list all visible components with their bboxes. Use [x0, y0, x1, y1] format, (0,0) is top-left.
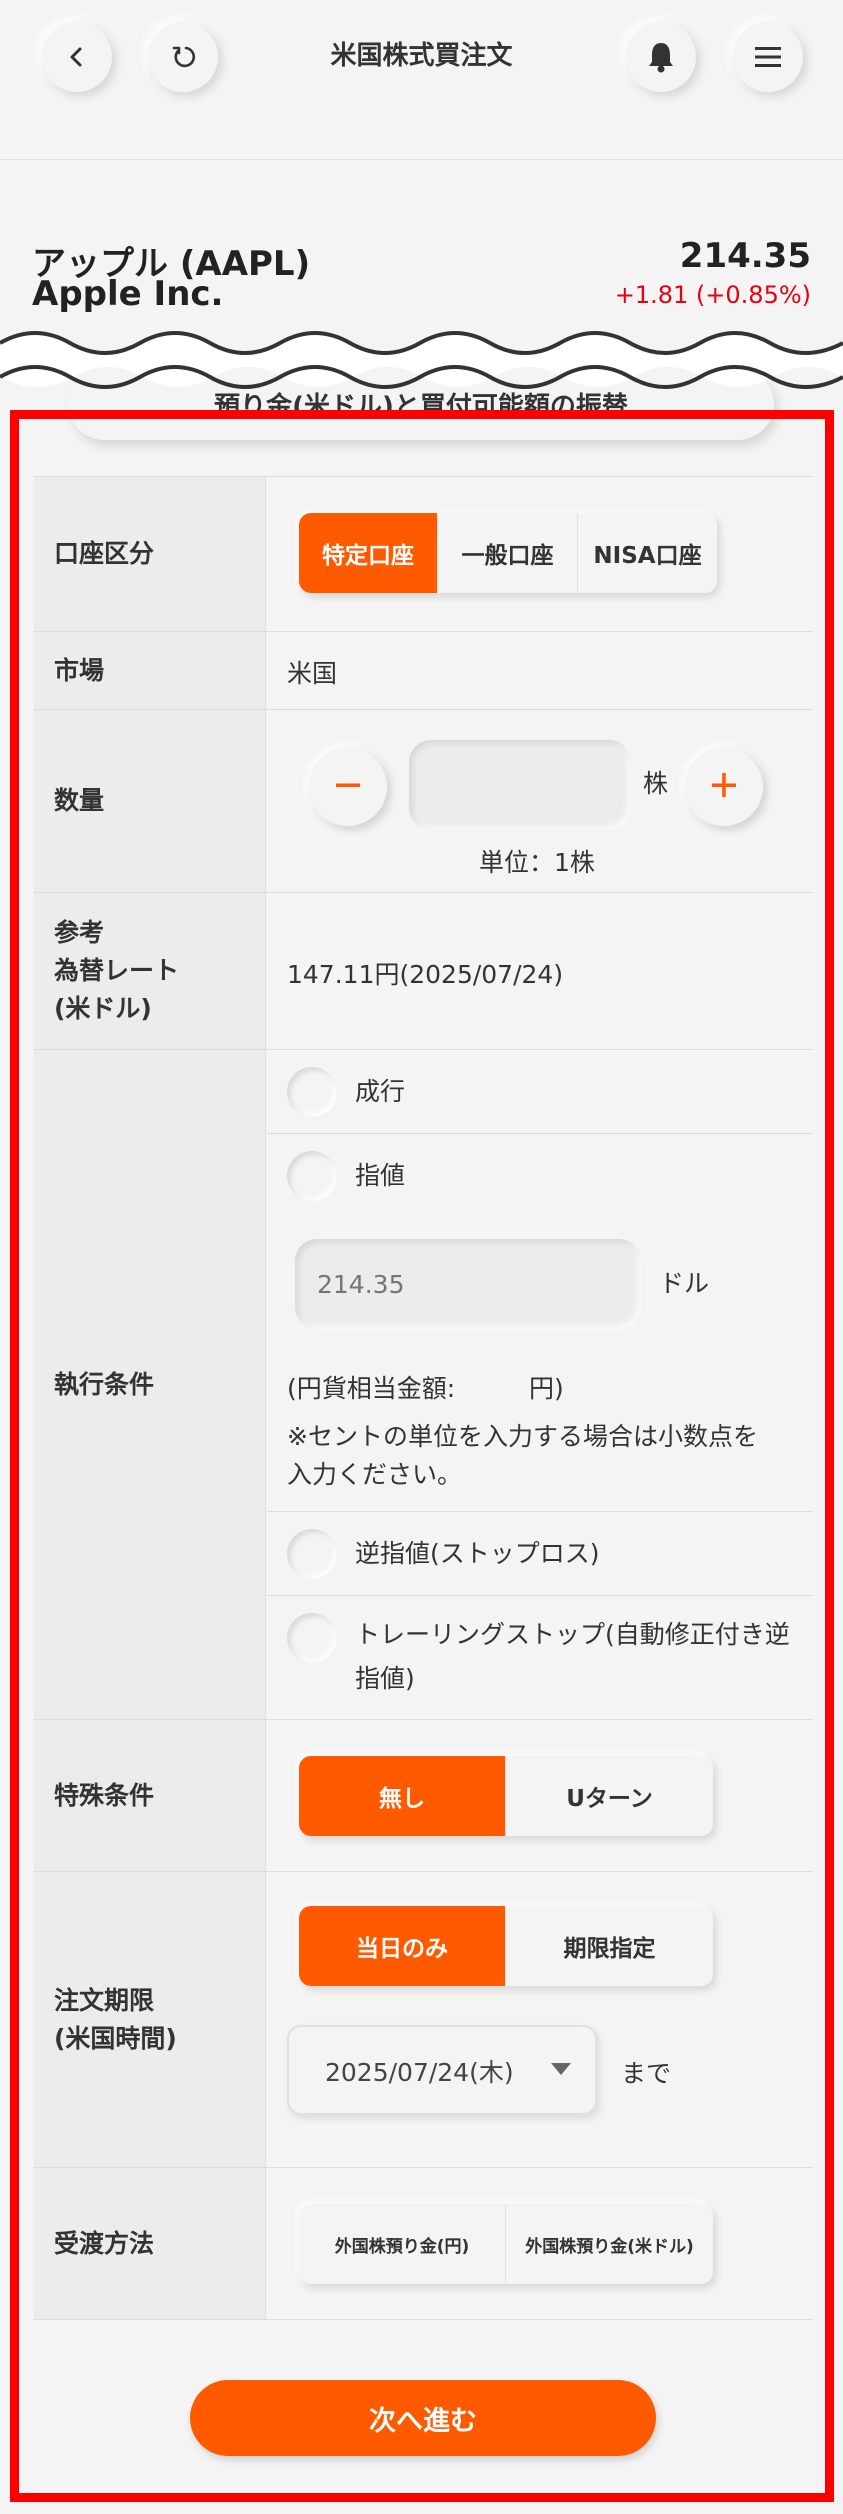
settlement-selector: 外国株預り金(円) 外国株預り金(米ドル): [299, 2204, 713, 2284]
special-selector: 無し Uターン: [299, 1756, 713, 1836]
quantity-input[interactable]: [409, 740, 631, 830]
market-order-radio[interactable]: [287, 1067, 337, 1117]
cent-note: ※セントの単位を入力する場合は小数点を 入力ください。: [287, 1418, 758, 1494]
page-title: 米国株式買注文: [330, 41, 513, 71]
quantity-unit-note: 単位：1株: [479, 848, 595, 877]
special-u-turn[interactable]: Uターン: [505, 1756, 713, 1836]
account-type-tokutei[interactable]: 特定口座: [299, 513, 437, 593]
caret-down-icon: [551, 2063, 571, 2075]
trailing-stop-label-line2: 指値): [355, 1664, 415, 1693]
quantity-value: 株 単位：1株: [267, 710, 813, 892]
cent-note-line2: 入力ください。: [287, 1460, 463, 1489]
market-label: 市場: [34, 632, 266, 709]
period-today-only[interactable]: 当日のみ: [299, 1906, 505, 1986]
expiry-date-select[interactable]: 2025/07/24(木): [287, 2025, 597, 2115]
row-fx-rate: 参考 為替レート (米ドル) 147.11円(2025/07/24): [34, 893, 813, 1050]
market-value-cell: 米国: [267, 632, 813, 709]
account-type-label: 口座区分: [34, 477, 266, 631]
stock-price: 214.35: [679, 236, 811, 276]
torn-edge-divider: [0, 331, 843, 389]
market-order-label: 成行: [355, 1077, 406, 1106]
account-type-ippan[interactable]: 一般口座: [437, 513, 577, 593]
row-period: 注文期限 (米国時間) 当日のみ 期限指定 2025/07/24(木) まで: [34, 1872, 813, 2168]
execution-value: 成行 指値 ドル (円貨相当金額: 円) ※セントの単位を入力する場合は小数点を…: [267, 1050, 813, 1719]
expiry-until-label: まで: [621, 2059, 672, 2088]
fx-rate-label: 参考 為替レート (米ドル): [34, 893, 266, 1049]
limit-price-unit: ドル: [659, 1269, 710, 1298]
stock-change: +1.81 (+0.85%): [615, 281, 811, 309]
limit-order-radio[interactable]: [287, 1151, 337, 1201]
bell-icon: [646, 40, 676, 74]
fx-rate-label-line1: 参考: [54, 918, 105, 947]
execution-option-stop[interactable]: 逆指値(ストップロス): [267, 1512, 813, 1596]
stop-order-label: 逆指値(ストップロス): [355, 1539, 600, 1568]
trailing-stop-label: トレーリングストップ(自動修正付き逆 指値): [355, 1613, 795, 1701]
order-form: 口座区分 特定口座 一般口座 NISA口座 市場 米国 数量 株 単位：1株 参…: [34, 476, 813, 2320]
settlement-value: 外国株預り金(円) 外国株預り金(米ドル): [267, 2168, 813, 2319]
stock-change-percent: (+0.85%): [695, 281, 811, 309]
limit-price-input[interactable]: [295, 1239, 641, 1329]
row-quantity: 数量 株 単位：1株: [34, 710, 813, 893]
special-value: 無し Uターン: [267, 1720, 813, 1871]
minus-icon: [334, 771, 362, 803]
trailing-stop-label-line1: トレーリングストップ(自動修正付き逆: [355, 1620, 790, 1649]
limit-order-label: 指値: [355, 1161, 406, 1190]
execution-label: 執行条件: [34, 1050, 266, 1719]
notification-button[interactable]: [626, 22, 696, 92]
execution-option-market[interactable]: 成行: [267, 1050, 813, 1134]
stock-change-value: +1.81: [614, 281, 689, 309]
row-special: 特殊条件 無し Uターン: [34, 1720, 813, 1872]
hamburger-menu-icon: [754, 45, 782, 69]
menu-button[interactable]: [733, 22, 803, 92]
settlement-yen[interactable]: 外国株預り金(円): [299, 2204, 505, 2284]
special-none[interactable]: 無し: [299, 1756, 505, 1836]
special-label: 特殊条件: [34, 1720, 266, 1871]
period-label: 注文期限 (米国時間): [34, 1872, 266, 2167]
period-label-line1: 注文期限: [54, 1985, 155, 2015]
fx-rate-label-line2: 為替レート: [54, 956, 180, 985]
execution-option-trailing[interactable]: トレーリングストップ(自動修正付き逆 指値): [267, 1596, 813, 1720]
plus-icon: [710, 771, 738, 803]
fx-rate-value-cell: 147.11円(2025/07/24): [267, 893, 813, 1049]
market-value: 米国: [287, 659, 338, 688]
yen-equivalent-label: (円貨相当金額:: [287, 1374, 456, 1403]
row-execution: 執行条件 成行 指値 ドル (円貨相当金額: 円) ※セントの単位を入力する場合…: [34, 1050, 813, 1720]
settlement-label: 受渡方法: [34, 2168, 266, 2319]
period-label-line2: (米国時間): [54, 2023, 177, 2053]
quantity-increase-button[interactable]: [685, 748, 763, 826]
account-type-selector: 特定口座 一般口座 NISA口座: [299, 513, 717, 593]
stock-name-en: Apple Inc.: [32, 274, 224, 314]
row-settlement: 受渡方法 外国株預り金(円) 外国株預り金(米ドル): [34, 2168, 813, 2320]
period-value: 当日のみ 期限指定 2025/07/24(木) まで: [267, 1872, 813, 2167]
quantity-label: 数量: [34, 710, 266, 892]
cent-note-line1: ※セントの単位を入力する場合は小数点を: [287, 1422, 758, 1451]
expiry-date-value: 2025/07/24(木): [325, 2058, 514, 2087]
account-type-value: 特定口座 一般口座 NISA口座: [267, 477, 813, 631]
stop-order-radio[interactable]: [287, 1529, 337, 1579]
execution-option-limit[interactable]: 指値 ドル (円貨相当金額: 円) ※セントの単位を入力する場合は小数点を 入力…: [267, 1134, 813, 1512]
quantity-unit: 株: [643, 769, 669, 798]
fx-rate-value: 147.11円(2025/07/24): [287, 960, 564, 989]
next-button[interactable]: 次へ進む: [190, 2380, 656, 2456]
row-market: 市場 米国: [34, 632, 813, 710]
account-type-nisa[interactable]: NISA口座: [577, 513, 717, 593]
trailing-stop-radio[interactable]: [287, 1613, 337, 1663]
quantity-decrease-button[interactable]: [309, 748, 387, 826]
period-selector: 当日のみ 期限指定: [299, 1906, 713, 1986]
fx-rate-label-line3: (米ドル): [54, 994, 152, 1023]
period-specify[interactable]: 期限指定: [505, 1906, 713, 1986]
row-account-type: 口座区分 特定口座 一般口座 NISA口座: [34, 477, 813, 632]
app-header: 米国株式買注文: [0, 0, 843, 160]
stock-summary: アップル (AAPL) Apple Inc. 214.35 +1.81 (+0.…: [0, 160, 843, 335]
yen-equivalent-unit: 円): [529, 1374, 564, 1403]
settlement-usd[interactable]: 外国株預り金(米ドル): [505, 2204, 713, 2284]
